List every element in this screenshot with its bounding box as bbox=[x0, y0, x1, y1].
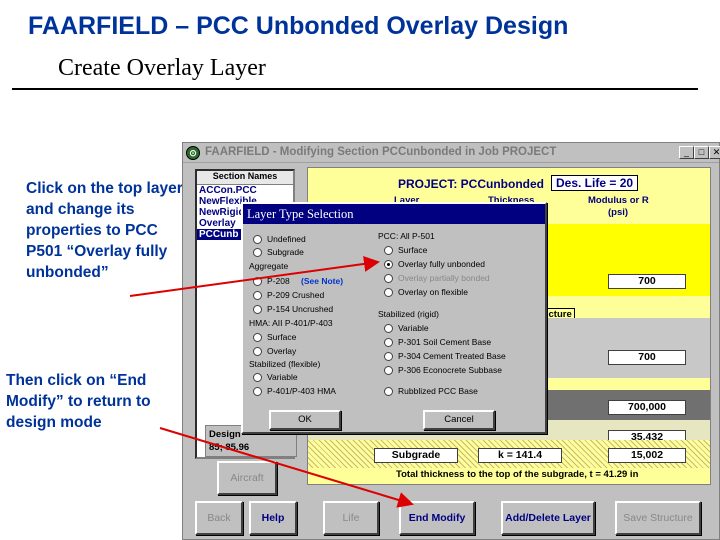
instruction-note-layer: Click on the top layer and change its pr… bbox=[26, 180, 183, 281]
save-structure-button[interactable]: Save Structure bbox=[615, 501, 701, 535]
stab-rigid-group-label: Stabilized (rigid) bbox=[378, 309, 439, 319]
subgrade-modulus[interactable]: 15,002 bbox=[608, 448, 686, 463]
radio-hma-surface[interactable] bbox=[253, 333, 262, 342]
dialog-ok-button[interactable]: OK bbox=[269, 410, 341, 430]
modulus-column-header: Modulus or R bbox=[588, 195, 649, 206]
radio-p154[interactable] bbox=[253, 305, 262, 314]
radio-pcc-surface[interactable] bbox=[384, 246, 393, 255]
end-modify-button[interactable]: End Modify bbox=[399, 501, 475, 535]
help-button[interactable]: Help bbox=[249, 501, 297, 535]
radio-p401-hma[interactable] bbox=[253, 387, 262, 396]
radio-undefined[interactable] bbox=[253, 235, 262, 244]
radio-subgrade[interactable] bbox=[253, 248, 262, 257]
option-p306: P-306 Econocrete Subbase bbox=[398, 365, 502, 375]
window-titlebar: ⊙ FAARFIELD - Modifying Section PCCunbon… bbox=[183, 143, 720, 163]
back-button[interactable]: Back bbox=[195, 501, 243, 535]
dialog-title: Layer Type Selection bbox=[243, 204, 545, 224]
option-hma-surface: Surface bbox=[267, 332, 297, 342]
layer2-modulus[interactable]: 700 bbox=[608, 350, 686, 365]
layer3-modulus[interactable]: 700,000 bbox=[608, 400, 686, 415]
radio-overlay-fully-unbonded[interactable] bbox=[384, 260, 393, 269]
radio-overlay-on-flexible[interactable] bbox=[384, 288, 393, 297]
life-button[interactable]: Life bbox=[323, 501, 379, 535]
window-title: FAARFIELD - Modifying Section PCCunbonde… bbox=[205, 146, 557, 158]
slide-subtitle: Create Overlay Layer bbox=[58, 55, 266, 81]
option-overlay-fully-unbonded: Overlay fully unbonded bbox=[398, 259, 485, 269]
radio-flex-variable[interactable] bbox=[253, 373, 262, 382]
option-subgrade: Subgrade bbox=[267, 247, 304, 257]
close-button[interactable]: ✕ bbox=[709, 146, 720, 159]
title-divider bbox=[12, 88, 698, 90]
option-p401-hma: P-401/P-403 HMA bbox=[267, 386, 336, 396]
subgrade-label: Subgrade bbox=[374, 448, 458, 463]
option-flex-variable: Variable bbox=[267, 372, 298, 382]
radio-rigid-variable[interactable] bbox=[384, 324, 393, 333]
subgrade-k-value[interactable]: k = 141.4 bbox=[478, 448, 562, 463]
option-overlay-on-flexible: Overlay on flexible bbox=[398, 287, 468, 297]
radio-p306[interactable] bbox=[384, 366, 393, 375]
option-p208: P-208 bbox=[267, 276, 290, 286]
des-life-label: Des. Life = 20 bbox=[551, 175, 639, 191]
stab-flex-group-label: Stabilized (flexible) bbox=[249, 359, 321, 369]
option-rubblized: Rubblized PCC Base bbox=[398, 386, 478, 396]
radio-overlay-partially-bonded[interactable] bbox=[384, 274, 393, 283]
radio-p301[interactable] bbox=[384, 338, 393, 347]
dialog-cancel-button[interactable]: Cancel bbox=[423, 410, 495, 430]
option-p154: P-154 Uncrushed bbox=[267, 304, 334, 314]
option-undefined: Undefined bbox=[267, 234, 306, 244]
option-overlay-partially-bonded: Overlay partially bonded bbox=[398, 273, 490, 283]
section-item[interactable]: ACCon.PCC bbox=[197, 185, 293, 196]
maximize-button[interactable]: □ bbox=[694, 146, 709, 159]
aircraft-button[interactable]: Aircraft bbox=[217, 461, 277, 495]
option-p304: P-304 Cement Treated Base bbox=[398, 351, 506, 361]
total-thickness-text: Total thickness to the top of the subgra… bbox=[396, 469, 639, 480]
instruction-note-end-modify: Then click on “End Modify” to return to … bbox=[6, 372, 151, 431]
design-values: 85; 85.96 bbox=[209, 442, 250, 453]
pcc-group-label: PCC: All P-501 bbox=[378, 231, 435, 241]
option-pcc-surface: Surface bbox=[398, 245, 428, 255]
layer1-modulus[interactable]: 700 bbox=[608, 274, 686, 289]
radio-p209[interactable] bbox=[253, 291, 262, 300]
radio-hma-overlay[interactable] bbox=[253, 347, 262, 356]
hma-group-label: HMA: AII P-401/P-403 bbox=[249, 318, 333, 328]
option-rigid-variable: Variable bbox=[398, 323, 429, 333]
slide-title: FAARFIELD – PCC Unbonded Overlay Design bbox=[28, 12, 569, 40]
add-delete-layer-button[interactable]: Add/Delete Layer bbox=[501, 501, 595, 535]
option-p209: P-209 Crushed bbox=[267, 290, 325, 300]
project-label: PROJECT: PCCunbonded bbox=[398, 177, 544, 191]
app-icon: ⊙ bbox=[186, 146, 200, 160]
modulus-unit: (psi) bbox=[608, 207, 629, 218]
radio-rubblized[interactable] bbox=[384, 387, 393, 396]
radio-p304[interactable] bbox=[384, 352, 393, 361]
option-p301: P-301 Soil Cement Base bbox=[398, 337, 492, 347]
minimize-button[interactable]: _ bbox=[679, 146, 694, 159]
option-hma-overlay: Overlay bbox=[267, 346, 297, 356]
section-names-header: Section Names bbox=[197, 171, 293, 185]
see-note-link[interactable]: (See Note) bbox=[301, 276, 343, 286]
layer-type-dialog: Layer Type Selection Undefined Subgrade … bbox=[241, 202, 547, 434]
aggregate-group-label: Aggregate bbox=[249, 261, 289, 271]
radio-p208[interactable] bbox=[253, 277, 262, 286]
